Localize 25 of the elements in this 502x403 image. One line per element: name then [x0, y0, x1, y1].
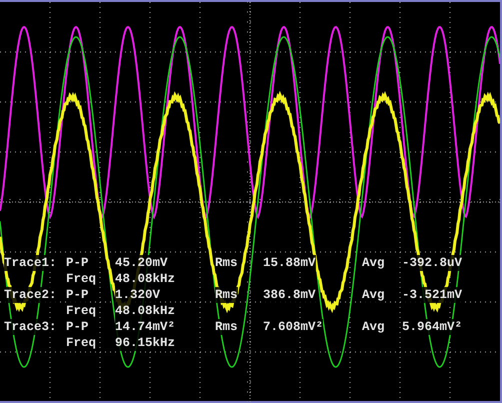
trace-label: Trace1:	[4, 255, 57, 271]
measure-label: Freq	[66, 303, 96, 319]
measure-label: Rms	[215, 319, 238, 335]
measure-value: 14.74mV²	[115, 319, 176, 335]
trace-label: Trace2:	[4, 287, 57, 303]
measure-value: 45.20mV	[115, 255, 168, 271]
measure-label: Rms	[215, 287, 238, 303]
measure-label: Avg	[362, 255, 385, 271]
measure-value: 1.320V	[115, 287, 160, 303]
trace-label: Trace3:	[4, 319, 57, 335]
measure-value: -3.521mV	[402, 287, 462, 303]
measure-value: 5.964mV²	[402, 319, 462, 335]
measure-value: 48.08kHz	[115, 271, 176, 287]
measure-label: P-P	[66, 287, 89, 303]
measure-value: 48.08kHz	[115, 303, 176, 319]
measure-label: Freq	[66, 271, 96, 287]
measure-label: Avg	[362, 287, 385, 303]
measure-label: Freq	[66, 335, 96, 351]
measure-value: 386.8mV	[263, 287, 316, 303]
measure-value: 96.15kHz	[115, 335, 176, 351]
measure-value: 15.88mV	[263, 255, 316, 271]
measure-label: Rms	[215, 255, 238, 271]
measure-value: 7.608mV²	[263, 319, 324, 335]
measure-label: Avg	[362, 319, 385, 335]
measure-value: -392.8uV	[402, 255, 462, 271]
